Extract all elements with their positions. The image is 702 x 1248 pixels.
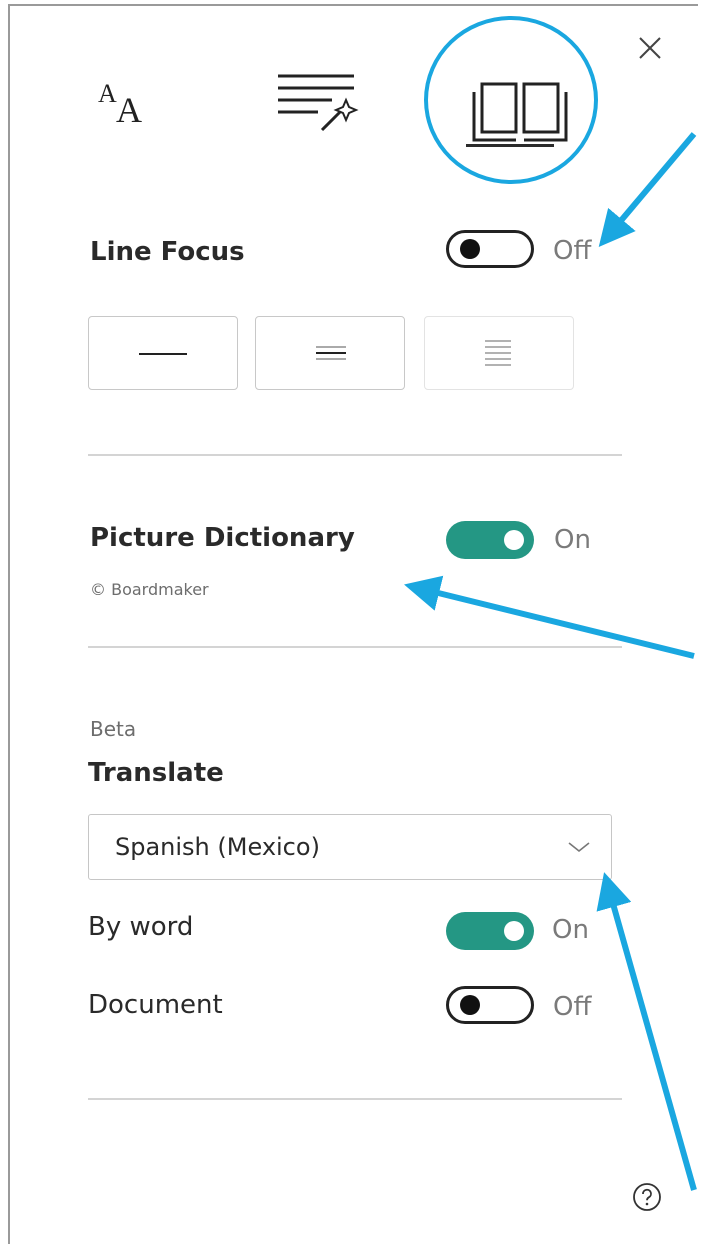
selected-language: Spanish (Mexico) xyxy=(115,833,320,861)
annotation-circle xyxy=(424,16,598,184)
line-focus-state: Off xyxy=(553,236,592,266)
by-word-toggle[interactable] xyxy=(446,912,534,950)
document-toggle[interactable] xyxy=(446,986,534,1024)
toggle-knob xyxy=(460,239,480,259)
chevron-down-icon xyxy=(568,842,590,853)
tab-grammar-options[interactable] xyxy=(276,70,376,136)
line-focus-one-line-button[interactable] xyxy=(88,316,238,390)
divider xyxy=(88,646,622,648)
line-focus-label: Line Focus xyxy=(90,237,245,267)
toggle-knob xyxy=(460,995,480,1015)
document-state: Off xyxy=(553,992,592,1022)
by-word-label: By word xyxy=(88,912,194,942)
one-line-icon xyxy=(139,353,187,355)
toggle-knob xyxy=(504,921,524,941)
toggle-knob xyxy=(504,530,524,550)
line-focus-five-lines-button[interactable] xyxy=(424,316,574,390)
translate-label: Translate xyxy=(88,758,224,788)
grammar-magic-icon xyxy=(278,74,359,132)
line-focus-toggle[interactable] xyxy=(446,230,534,268)
svg-text:A: A xyxy=(116,90,142,126)
tab-text-preferences[interactable]: A A xyxy=(96,76,164,130)
divider xyxy=(88,1098,622,1100)
document-label: Document xyxy=(88,990,223,1020)
picture-dictionary-label: Picture Dictionary xyxy=(90,523,355,553)
boardmaker-credit: © Boardmaker xyxy=(90,580,209,599)
svg-text:A: A xyxy=(98,79,117,108)
translate-language-select[interactable]: Spanish (Mexico) xyxy=(88,814,612,880)
immersive-reader-panel xyxy=(8,4,698,1244)
picture-dictionary-state: On xyxy=(554,525,591,555)
by-word-state: On xyxy=(552,915,589,945)
line-focus-three-lines-button[interactable] xyxy=(255,316,405,390)
five-lines-icon xyxy=(485,340,511,366)
picture-dictionary-toggle[interactable] xyxy=(446,521,534,559)
close-icon[interactable] xyxy=(636,34,664,62)
three-lines-icon xyxy=(316,346,346,360)
beta-label: Beta xyxy=(90,717,137,741)
help-icon[interactable] xyxy=(632,1182,662,1212)
divider xyxy=(88,454,622,456)
text-size-icon: A A xyxy=(98,79,142,130)
